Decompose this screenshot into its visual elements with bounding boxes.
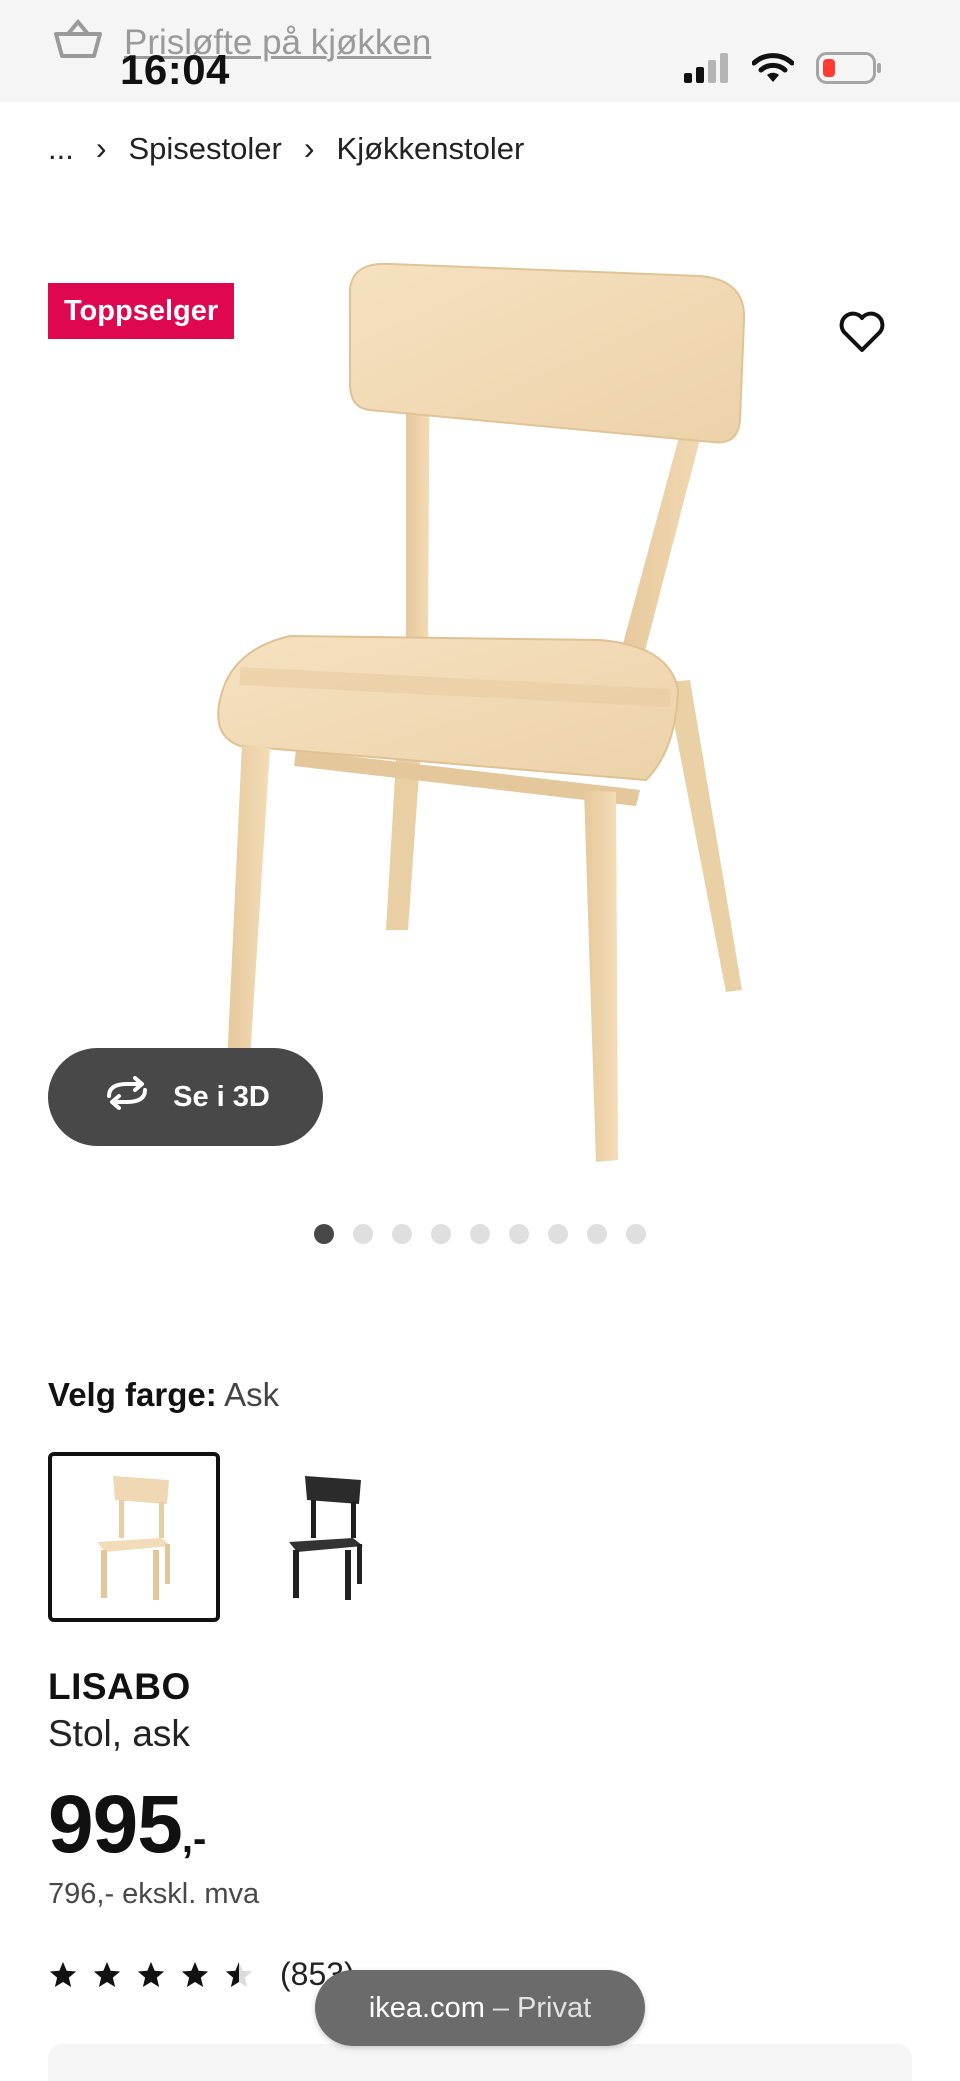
cellular-signal-icon [684, 53, 730, 88]
price-excl-vat: 796,- ekskl. mva [48, 1878, 260, 1910]
pagination-dot[interactable] [587, 1224, 607, 1244]
color-value: Ask [224, 1376, 280, 1413]
color-selector-label: Velg farge: Ask [48, 1376, 279, 1414]
pagination-dot[interactable] [548, 1224, 568, 1244]
view-3d-label: Se i 3D [173, 1080, 270, 1113]
color-swatch-ash[interactable] [48, 1452, 220, 1622]
view-3d-button[interactable]: Se i 3D [48, 1048, 323, 1146]
battery-icon [816, 52, 882, 89]
browser-private-indicator[interactable]: ikea.com – Privat [315, 1970, 645, 2046]
price-integer: 995 [48, 1779, 183, 1870]
product-gallery[interactable]: Toppselger Se i 3D [0, 220, 960, 1200]
private-mode-label: – Privat [492, 1991, 592, 2024]
product-image[interactable] [200, 250, 760, 1185]
rotate-3d-icon [101, 1076, 153, 1118]
color-swatch-black[interactable] [240, 1452, 412, 1622]
breadcrumb: ... › Spisestoler › Kjøkkenstoler [48, 130, 524, 167]
status-time: 16:04 [120, 46, 230, 93]
pagination-dot[interactable] [392, 1224, 412, 1244]
pagination-dot[interactable] [431, 1224, 451, 1244]
star-rating [48, 1960, 254, 1990]
pagination-dot[interactable] [470, 1224, 490, 1244]
star-icon [49, 1961, 77, 1987]
favorite-heart-icon[interactable] [838, 310, 886, 354]
status-bar: Prisløfte på kjøkken 16:04 [0, 0, 960, 102]
gallery-pagination [314, 1224, 646, 1244]
pagination-dot[interactable] [353, 1224, 373, 1244]
wifi-icon [751, 52, 795, 89]
breadcrumb-item-kjokkenstoler[interactable]: Kjøkkenstoler [337, 131, 525, 167]
pagination-dot[interactable] [314, 1224, 334, 1244]
color-label: Velg farge: [48, 1376, 217, 1413]
status-icons [684, 52, 882, 89]
price-promise-link[interactable]: Prisløfte på kjøkken [52, 18, 431, 67]
color-swatches [48, 1452, 412, 1622]
breadcrumb-item-spisestoler[interactable]: Spisestoler [129, 131, 282, 167]
breadcrumb-ellipsis[interactable]: ... [48, 131, 74, 167]
site-domain: ikea.com [368, 1991, 485, 2024]
pagination-dot[interactable] [626, 1224, 646, 1244]
basket-icon [52, 18, 104, 67]
top-seller-badge: Toppselger [48, 283, 235, 339]
star-icon [93, 1961, 121, 1987]
price-suffix: ,- [181, 1817, 207, 1861]
rating[interactable]: (853) [48, 1956, 355, 1993]
chevron-right-icon: › [303, 130, 315, 166]
half-star-icon [225, 1961, 253, 1987]
star-icon [137, 1961, 165, 1987]
bottom-panel [48, 2044, 912, 2081]
pagination-dot[interactable] [509, 1224, 529, 1244]
price: 995,- [48, 1778, 206, 1872]
product-name: LISABO [48, 1666, 191, 1707]
product-description: Stol, ask [48, 1713, 190, 1754]
chevron-right-icon: › [95, 130, 107, 166]
star-icon [181, 1961, 209, 1987]
